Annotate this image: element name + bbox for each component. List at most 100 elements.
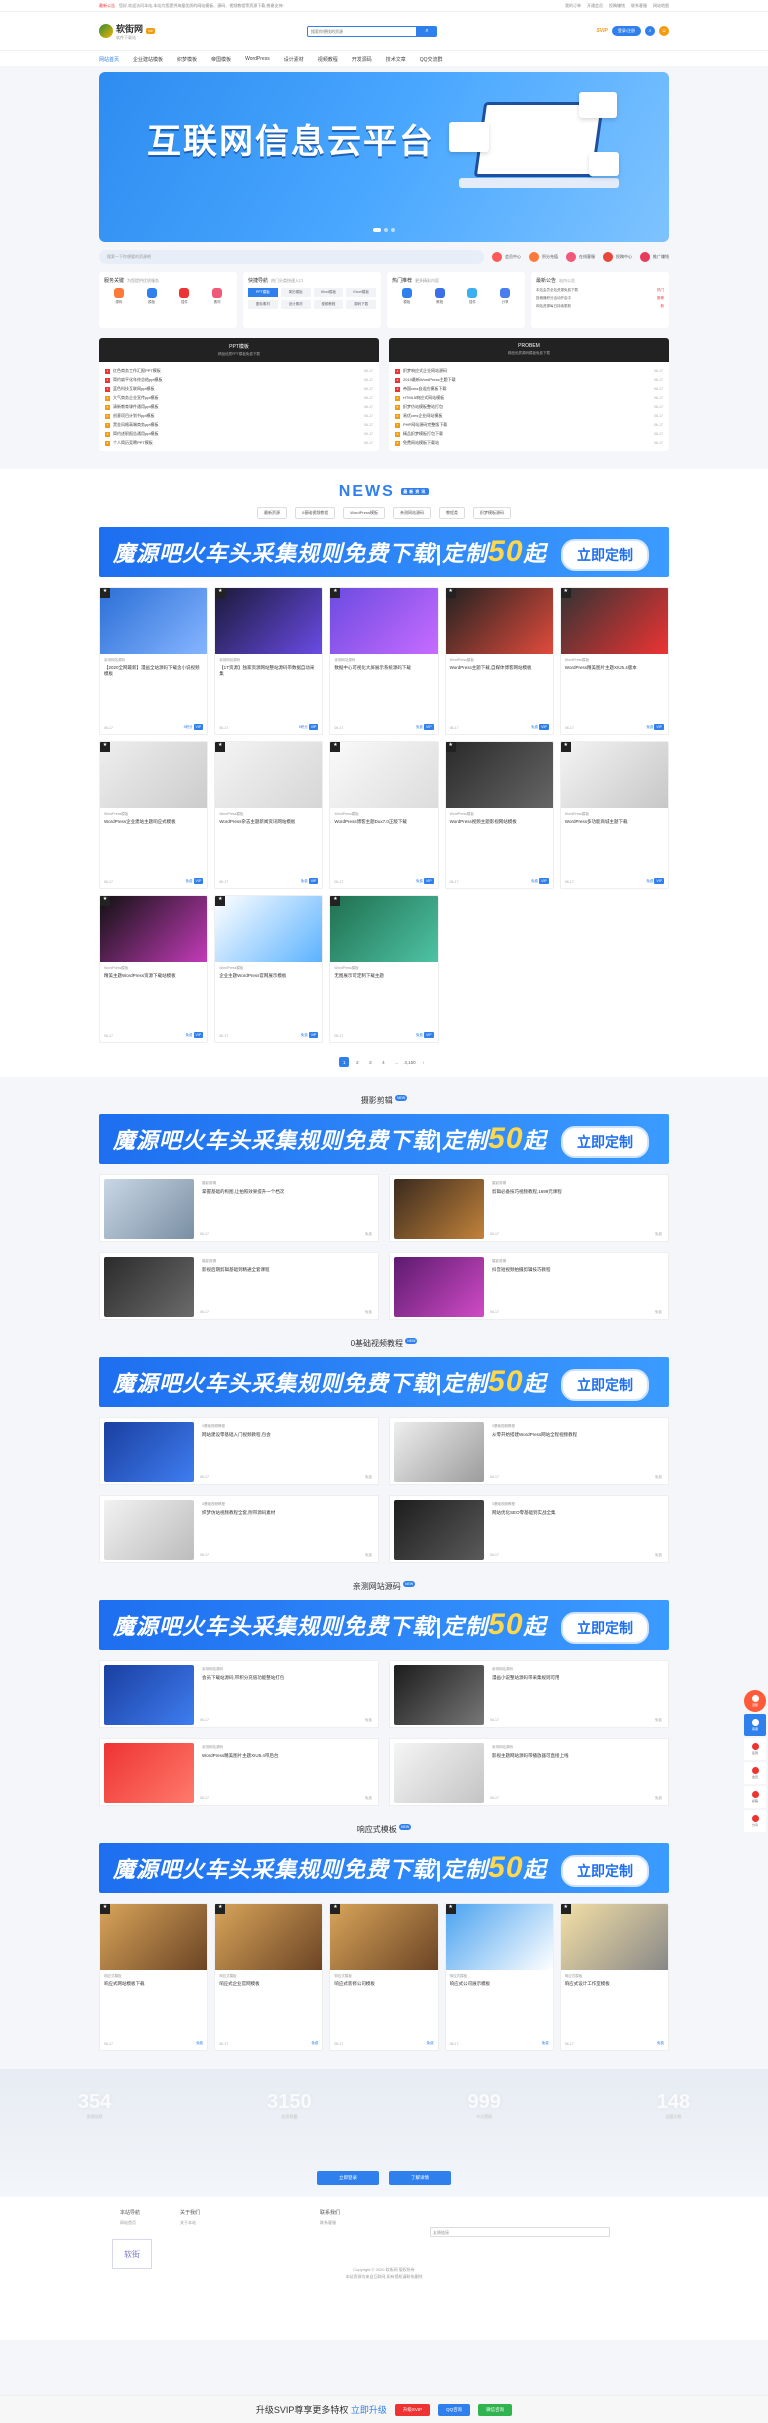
quick-item[interactable]: 会员中心 bbox=[492, 252, 521, 262]
svc-item[interactable]: 分享 bbox=[490, 288, 520, 305]
resource-card[interactable]: ★ WordPress模板 WordPress杂志主题新闻资讯网站模板 06-17 免费… bbox=[214, 741, 324, 889]
ppt-list-item[interactable]: 4 大气商务企业宣传ppt模板 06-17 bbox=[105, 393, 373, 402]
card-thumbnail[interactable]: ★ bbox=[100, 1904, 208, 1970]
quick-item[interactable]: 在线客服 bbox=[566, 252, 595, 262]
nav-item[interactable]: QQ交流群 bbox=[420, 56, 443, 63]
user-icon[interactable]: ☺ bbox=[659, 26, 669, 36]
resource-card[interactable]: ★ WordPress模板 企业主题WordPress官网展示模板 06-17 免费 V… bbox=[214, 895, 324, 1043]
card-title[interactable]: 企业主题WordPress官网展示模板 bbox=[215, 973, 322, 995]
card-thumbnail[interactable] bbox=[394, 1500, 484, 1560]
wide-card[interactable]: 0基础视频教程 从零开始搭建WordPress网站全程视频教程 06-17 免费 bbox=[389, 1417, 669, 1485]
card-title[interactable]: WordPress精美图片主题XIU5.4带后台 bbox=[202, 1753, 374, 1759]
card-title[interactable]: 数据中心可视化大屏展示系统源码下载 bbox=[330, 665, 437, 687]
ppt-list-item[interactable]: 3 帝国cms自适应模板下载 06-17 bbox=[395, 384, 663, 393]
card-title[interactable]: 【1T资源】独家资源网站整站源码带数据自动采集 bbox=[215, 665, 322, 687]
stats-login-button[interactable]: 立即登录 bbox=[317, 2171, 379, 2185]
card-thumbnail[interactable]: ★ bbox=[560, 588, 668, 654]
quick-item[interactable]: 推广赚钱 bbox=[640, 252, 669, 262]
card-thumbnail[interactable]: ★ bbox=[215, 1904, 323, 1970]
resource-card[interactable]: ★ WordPress模板 无图展示可定制下载主题 06-17 免费 VIP bbox=[329, 895, 439, 1043]
ppt-list-item[interactable]: 5 织梦仿站模板整站打包 06-17 bbox=[395, 402, 663, 411]
quick-search[interactable]: 搜索一下你想要的资源吧 bbox=[99, 250, 484, 264]
vip-tag[interactable]: SVIP bbox=[596, 28, 607, 34]
card-category[interactable]: 亲测网站源码 bbox=[330, 654, 437, 665]
card-category[interactable]: WordPress模板 bbox=[330, 808, 437, 819]
card-category[interactable]: 亲测网站源码 bbox=[202, 1667, 374, 1672]
news-tab[interactable]: 织梦模板源码 bbox=[472, 507, 511, 519]
card-title[interactable]: WordPress企业建站主题响应式模板 bbox=[100, 819, 207, 841]
card-thumbnail[interactable] bbox=[104, 1665, 194, 1725]
ppt-title[interactable]: PROBEM bbox=[518, 343, 540, 349]
ad-button[interactable]: 立即定制 bbox=[561, 1612, 649, 1644]
news-tab[interactable]: 教程类 bbox=[438, 507, 465, 519]
pager-item[interactable]: › bbox=[419, 1057, 429, 1067]
wide-card[interactable]: 摄影剪辑 剪辑必备技巧视频教程,1699元课程 06-17 免费 bbox=[389, 1174, 669, 1242]
pager-item[interactable]: 3 bbox=[365, 1057, 375, 1067]
ad-banner[interactable]: 魔源吧火车头采集规则免费下载|定制50起 立即定制 bbox=[99, 1114, 669, 1164]
card-thumbnail[interactable] bbox=[104, 1743, 194, 1803]
top-link[interactable]: 联系客服 bbox=[631, 3, 647, 9]
notice-item[interactable]: 网站资源每日持续更新新 bbox=[536, 304, 664, 309]
card-category[interactable]: 摄影剪辑 bbox=[492, 1181, 664, 1186]
ppt-list-item[interactable]: 8 简约述职报告通用ppt模板 06-17 bbox=[105, 429, 373, 438]
ppt-list-item[interactable]: 9 免费网站模板下载站 06-17 bbox=[395, 438, 663, 447]
pager-item[interactable]: 1 bbox=[339, 1057, 350, 1067]
card-thumbnail[interactable]: ★ bbox=[215, 588, 323, 654]
svc-item[interactable]: 插件 bbox=[458, 288, 488, 305]
ad-button[interactable]: 立即定制 bbox=[561, 1369, 649, 1401]
wide-card[interactable]: 0基础视频教程 网站建设零基础入门视频教程,包会 06-17 免费 bbox=[99, 1417, 379, 1485]
top-link[interactable]: 开通会员 bbox=[587, 3, 603, 9]
card-title[interactable]: 剪辑必备技巧视频教程,1699元课程 bbox=[492, 1189, 664, 1195]
nav-item[interactable]: 帝国模板 bbox=[211, 56, 231, 63]
footer-link[interactable]: 网站首页 bbox=[120, 2220, 140, 2226]
resource-card[interactable]: ★ WordPress模板 WordPress多功能商城主题下载 06-17 免费 VI… bbox=[559, 741, 669, 889]
card-category[interactable]: WordPress模板 bbox=[215, 962, 322, 973]
card-title[interactable]: 织梦仿站视频教程全套,附带源码素材 bbox=[202, 1510, 374, 1516]
ppt-list-item[interactable]: 5 清新教育课件通用ppt模板 06-17 bbox=[105, 402, 373, 411]
card-title[interactable]: 响应式网站模板下载 bbox=[100, 1981, 207, 2003]
footer-link[interactable]: 关于本站 bbox=[180, 2220, 200, 2226]
qq-button[interactable]: QQ咨询 bbox=[438, 2403, 471, 2416]
card-title[interactable]: 无图展示可定制下载主题 bbox=[330, 973, 437, 995]
card-thumbnail[interactable]: ★ bbox=[100, 588, 208, 654]
card-title[interactable]: 从零开始搭建WordPress网站全程视频教程 bbox=[492, 1432, 664, 1438]
card-title[interactable]: 网站优化SEO零基础到实战全集 bbox=[492, 1510, 664, 1516]
news-tab[interactable]: 最新资源 bbox=[257, 507, 288, 519]
card-category[interactable]: 0基础视频教程 bbox=[202, 1502, 374, 1507]
ad-banner[interactable]: 魔源吧火车头采集规则免费下载|定制50起 立即定制 bbox=[99, 1357, 669, 1407]
card-category[interactable]: WordPress模板 bbox=[446, 654, 553, 665]
card-title[interactable]: 影视后期剪辑基础到精通全套课程 bbox=[202, 1267, 374, 1273]
pager-item[interactable]: 4 bbox=[378, 1057, 388, 1067]
wide-card[interactable]: 0基础视频教程 网站优化SEO零基础到实战全集 06-17 免费 bbox=[389, 1495, 669, 1563]
wide-card[interactable]: 0基础视频教程 织梦仿站视频教程全套,附带源码素材 06-17 免费 bbox=[99, 1495, 379, 1563]
notice-item[interactable]: 本站会员全站资源免费下载 热门 bbox=[536, 288, 664, 293]
card-category[interactable]: 亲测网站源码 bbox=[492, 1745, 664, 1750]
login-button[interactable]: 登录/注册 bbox=[611, 26, 641, 36]
resource-card[interactable]: ★ WordPress模板 WordPress精美图片主题XIU5.4版本 06-17… bbox=[559, 587, 669, 735]
card-title[interactable]: 抖音短视频拍摄剪辑技巧教程 bbox=[492, 1267, 664, 1273]
card-category[interactable]: 亲测网站源码 bbox=[100, 654, 207, 665]
news-tab[interactable]: 亲测网站源码 bbox=[392, 507, 431, 519]
resource-card[interactable]: ★ 响应式模板 响应式企业官网模板 06-17 免费 bbox=[214, 1903, 324, 2051]
nav-tag[interactable]: 视频教程 bbox=[313, 300, 344, 309]
card-thumbnail[interactable]: ★ bbox=[560, 1904, 668, 1970]
svc-item[interactable]: 源码 bbox=[104, 288, 134, 305]
resource-card[interactable]: ★ 响应式模板 响应式装修公司模板 06-17 免费 bbox=[329, 1903, 439, 2051]
resource-card[interactable]: ★ 响应式模板 响应式公司展示模板 06-17 免费 bbox=[444, 1903, 554, 2051]
ppt-list-item[interactable]: 7 PHP网站源码完整版下载 06-17 bbox=[395, 420, 663, 429]
friend-link-select[interactable]: 友情链接 bbox=[430, 2227, 610, 2237]
svc-item[interactable]: 教程 bbox=[425, 288, 455, 305]
card-thumbnail[interactable]: ★ bbox=[330, 742, 438, 808]
ppt-title[interactable]: PPT模板 bbox=[229, 344, 249, 350]
resource-card[interactable]: ★ 亲测网站源码 数据中心可视化大屏展示系统源码下载 06-17 免费 VIP bbox=[329, 587, 439, 735]
pager-item[interactable]: 2 bbox=[352, 1057, 362, 1067]
card-thumbnail[interactable]: ★ bbox=[330, 1904, 438, 1970]
card-category[interactable]: WordPress模板 bbox=[561, 654, 668, 665]
svc-item[interactable]: 素材 bbox=[202, 288, 232, 305]
ad-button[interactable]: 立即定制 bbox=[561, 539, 649, 571]
card-thumbnail[interactable]: ★ bbox=[100, 742, 208, 808]
hero-banner[interactable]: 互联网信息云平台 bbox=[99, 72, 669, 242]
nav-tag[interactable]: 图标素材 bbox=[248, 300, 278, 309]
card-thumbnail[interactable]: ★ bbox=[560, 742, 668, 808]
side-tool[interactable]: 顶部 bbox=[744, 1690, 766, 1712]
